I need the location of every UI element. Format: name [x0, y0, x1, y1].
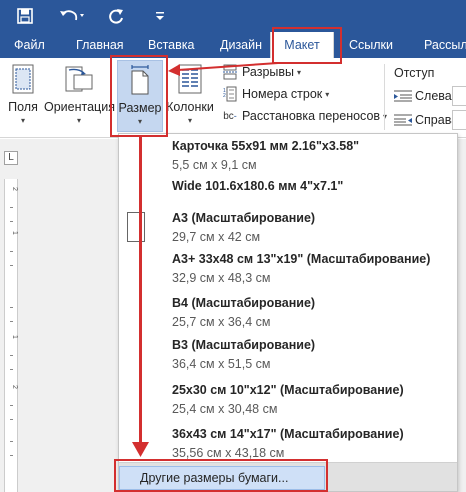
size-option-name: Wide 101.6x180.6 мм 4"x7.1" [172, 179, 344, 193]
ruler-tick [10, 455, 13, 456]
indent-right-control[interactable]: Справа: [394, 109, 466, 131]
tab-file[interactable]: Файл [14, 32, 45, 58]
size-option[interactable]: B4 (Масштабирование) 25,7 см x 36,4 см [119, 293, 457, 333]
page-icon [127, 212, 163, 242]
indent-left-label: Слева: [415, 89, 456, 103]
chevron-down-icon: ▾ [297, 67, 302, 77]
annotation-arrow-head-down [132, 442, 149, 457]
size-option-dims: 35,56 см x 43,18 см [172, 446, 285, 460]
ruler-tick [10, 207, 13, 208]
size-option-dims: 25,7 см x 36,4 см [172, 315, 271, 329]
margins-button[interactable]: Поля ▾ [4, 60, 42, 132]
annotation-highlight-size-button [110, 55, 168, 137]
undo-icon[interactable] [58, 4, 86, 28]
chevron-down-icon: ▾ [325, 89, 330, 99]
size-option-name: B4 (Масштабирование) [172, 296, 316, 310]
vertical-ruler: 2 1 1 2 [4, 179, 18, 492]
indent-right-icon [394, 113, 412, 127]
redo-icon[interactable] [104, 4, 128, 28]
size-option[interactable]: Карточка 55x91 мм 2.16"x3.58" 5,5 см x 9… [119, 136, 457, 176]
ruler-tick [10, 355, 13, 356]
annotation-arrow-line [139, 137, 142, 445]
orientation-icon [64, 64, 94, 97]
size-option-dims: 36,4 см x 51,5 см [172, 357, 271, 371]
ruler-number: 2 [11, 385, 18, 389]
ruler-number: 1 [11, 231, 18, 235]
size-option-name: B3 (Масштабирование) [172, 338, 316, 352]
ruler-tick [10, 307, 13, 308]
margins-icon [12, 64, 34, 97]
chevron-down-icon: ▾ [187, 116, 192, 125]
hyphenation-label: Расстановка переносов [242, 109, 381, 123]
indent-group-title: Отступ [394, 66, 435, 80]
svg-text:2: 2 [223, 93, 226, 99]
annotation-highlight-more-sizes [114, 459, 328, 492]
size-option-dims: 5,5 см x 9,1 см [172, 158, 257, 172]
quick-access-toolbar [0, 0, 466, 32]
size-option-dims: 25,4 см x 30,48 см [172, 402, 278, 416]
margins-label: Поля [8, 100, 38, 114]
size-option[interactable]: 36x43 см 14"x17" (Масштабирование) 35,56… [119, 424, 457, 464]
size-option-name: A3 (Масштабирование) [172, 211, 316, 225]
save-icon[interactable] [14, 4, 36, 28]
size-option-name: 36x43 см 14"x17" (Масштабирование) [172, 427, 404, 441]
page-size-dropdown: Карточка 55x91 мм 2.16"x3.58" 5,5 см x 9… [118, 133, 458, 492]
line-numbers-icon: 12 [222, 86, 238, 102]
tab-mailings[interactable]: Рассыл [424, 32, 466, 58]
size-option-dims: 29,7 см x 42 см [172, 230, 261, 244]
size-option-name: A3+ 33x48 см 13"x19" (Масштабирование) [172, 252, 431, 266]
ruler-tick [10, 321, 13, 322]
size-option[interactable]: A3 (Масштабирование) 29,7 см x 42 см [119, 208, 457, 248]
tab-design[interactable]: Дизайн [220, 32, 262, 58]
line-numbers-button[interactable]: 12 Номера строк ▾ [222, 84, 329, 104]
ruler-tick [10, 419, 13, 420]
ruler-tick [10, 441, 13, 442]
orientation-button[interactable]: Ориентация ▾ [44, 60, 115, 132]
size-option-name: Карточка 55x91 мм 2.16"x3.58" [172, 139, 360, 153]
chevron-down-icon: ▾ [76, 116, 81, 125]
hyphenation-icon: bc - [223, 110, 237, 122]
ribbon-tabs: Файл Главная Вставка Дизайн Макет Ссылки… [0, 32, 466, 58]
ruler-tick [10, 221, 13, 222]
indent-right-input[interactable] [452, 110, 466, 130]
hyphenation-icon-text: bc [223, 110, 234, 122]
size-option[interactable]: 25x30 см 10"x12" (Масштабирование) 25,4 … [119, 380, 457, 420]
tab-selector[interactable]: L [4, 151, 18, 165]
orientation-label: Ориентация [44, 100, 115, 114]
indent-left-icon [394, 89, 412, 103]
ruler-tick [10, 405, 13, 406]
line-numbers-label: Номера строк [242, 87, 323, 101]
size-option[interactable]: B3 (Масштабирование) 36,4 см x 51,5 см [119, 335, 457, 375]
annotation-highlight-layout-tab [272, 27, 342, 64]
hyphenation-button[interactable]: bc - Расстановка переносов ▾ [222, 106, 387, 126]
tab-references[interactable]: Ссылки [349, 32, 393, 58]
customize-toolbar-icon[interactable] [150, 4, 170, 28]
ruler-number: 2 [11, 187, 18, 191]
ruler-number: 1 [11, 335, 18, 339]
indent-left-control[interactable]: Слева: [394, 85, 466, 107]
size-option-dims: 32,9 см x 48,3 см [172, 271, 271, 285]
ruler-tick [10, 369, 13, 370]
chevron-down-icon: ▾ [20, 116, 25, 125]
columns-label: Колонки [166, 100, 214, 114]
indent-left-input[interactable] [452, 86, 466, 106]
annotation-arrow-to-size [168, 62, 279, 76]
ruler-tick [10, 251, 13, 252]
ribbon-group-divider [384, 64, 385, 130]
ruler-tick [10, 265, 13, 266]
size-option[interactable]: A3+ 33x48 см 13"x19" (Масштабирование) 3… [119, 249, 457, 289]
size-option-name: 25x30 см 10"x12" (Масштабирование) [172, 383, 404, 397]
